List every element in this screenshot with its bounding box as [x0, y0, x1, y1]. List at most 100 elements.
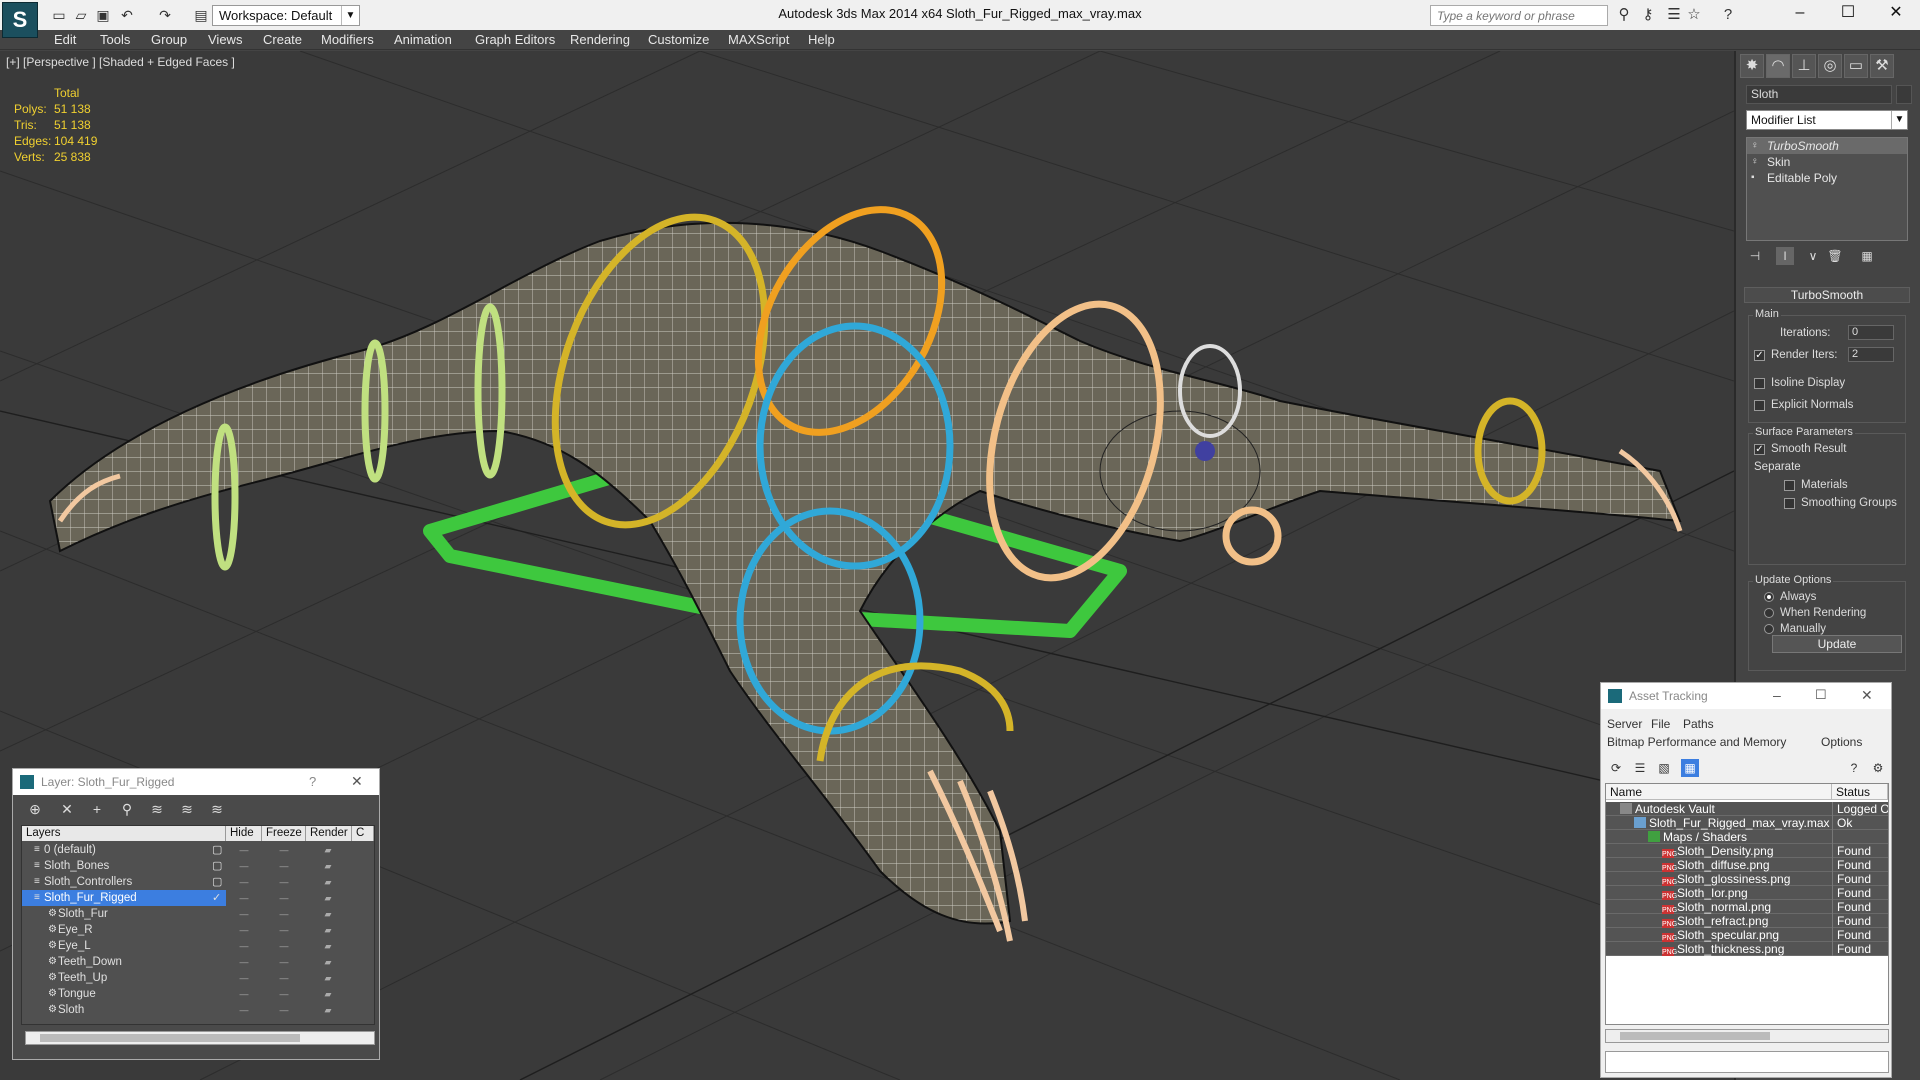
- delete-layer-icon[interactable]: ✕: [57, 799, 77, 819]
- project-folder-icon[interactable]: ▤: [192, 6, 210, 24]
- set-active-layer-icon[interactable]: ▢: [212, 874, 222, 890]
- freeze-toggle[interactable]: —: [276, 906, 292, 922]
- layer-row[interactable]: 0 (default) ≡ ▢ — — ▰: [22, 842, 374, 858]
- render-iters-spinner[interactable]: 2: [1848, 347, 1894, 362]
- render-toggle-icon[interactable]: ▰: [320, 1002, 336, 1018]
- render-toggle-icon[interactable]: ▰: [320, 954, 336, 970]
- asset-row[interactable]: PNGSloth_specular.png Found: [1606, 928, 1888, 942]
- stack-item-editable-poly[interactable]: ▪ Editable Poly: [1747, 170, 1907, 186]
- layer-row[interactable]: Eye_L ⚙ — — ▰: [22, 938, 374, 954]
- asset-row[interactable]: PNGSloth_thickness.png Found: [1606, 942, 1888, 956]
- layer-row[interactable]: Sloth_Fur_Rigged ≡ ✓ — — ▰: [22, 890, 374, 906]
- hide-all-layers-icon[interactable]: ≋: [177, 799, 197, 819]
- menu-views[interactable]: Views: [208, 32, 242, 47]
- hide-toggle[interactable]: —: [236, 1002, 252, 1018]
- smooth-result-checkbox[interactable]: ✓ Smooth Result: [1754, 443, 1846, 455]
- set-active-layer-icon[interactable]: ▢: [212, 858, 222, 874]
- asset-menu-paths[interactable]: Paths: [1683, 717, 1714, 731]
- render-toggle-icon[interactable]: ▰: [320, 938, 336, 954]
- layer-name[interactable]: Sloth_Controllers: [22, 874, 226, 890]
- search-input[interactable]: [1430, 5, 1608, 26]
- set-active-layer-icon[interactable]: ▢: [212, 842, 222, 858]
- asset-row[interactable]: PNGSloth_Ior.png Found: [1606, 886, 1888, 900]
- update-always-radio[interactable]: Always: [1764, 591, 1816, 603]
- freeze-toggle[interactable]: —: [276, 874, 292, 890]
- freeze-toggle[interactable]: —: [276, 986, 292, 1002]
- render-iters-checkbox[interactable]: ✓ Render Iters:: [1754, 349, 1837, 361]
- menu-tools[interactable]: Tools: [100, 32, 130, 47]
- create-layer-icon[interactable]: ⊕: [25, 799, 45, 819]
- expand-icon[interactable]: ▪: [1751, 170, 1761, 186]
- open-file-icon[interactable]: ▱: [72, 6, 90, 24]
- pin-stack-icon[interactable]: ⊣: [1746, 247, 1764, 265]
- layer-name[interactable]: Sloth: [46, 1002, 226, 1018]
- isoline-display-checkbox[interactable]: Isoline Display: [1754, 377, 1845, 389]
- help-icon[interactable]: ?: [1718, 6, 1738, 24]
- hide-toggle[interactable]: —: [236, 954, 252, 970]
- freeze-toggle[interactable]: —: [276, 922, 292, 938]
- layer-row[interactable]: Eye_R ⚙ — — ▰: [22, 922, 374, 938]
- select-in-layer-icon[interactable]: ⚲: [117, 799, 137, 819]
- scroll-thumb[interactable]: [40, 1034, 300, 1042]
- layer-row[interactable]: Teeth_Up ⚙ — — ▰: [22, 970, 374, 986]
- hide-toggle[interactable]: —: [236, 874, 252, 890]
- asset-menu-server[interactable]: Server: [1607, 717, 1642, 731]
- hide-toggle[interactable]: —: [236, 842, 252, 858]
- utilities-tab-icon[interactable]: ⚒: [1870, 54, 1894, 78]
- layer-name[interactable]: 0 (default): [22, 842, 226, 858]
- redo-icon[interactable]: ↷: [156, 6, 174, 24]
- light-bulb-icon[interactable]: ♀: [1751, 138, 1761, 154]
- menu-group[interactable]: Group: [151, 32, 187, 47]
- layer-name[interactable]: Sloth_Fur_Rigged: [22, 890, 226, 906]
- workspace-dropdown[interactable]: Workspace: Default ▼: [212, 5, 360, 26]
- motion-tab-icon[interactable]: ◎: [1818, 54, 1842, 78]
- layer-row[interactable]: Sloth_Controllers ≡ ▢ — — ▰: [22, 874, 374, 890]
- add-to-layer-icon[interactable]: +: [87, 799, 107, 819]
- stack-item-turbosmooth[interactable]: ♀ TurboSmooth: [1747, 138, 1907, 154]
- asset-row[interactable]: PNGSloth_Density.png Found: [1606, 844, 1888, 858]
- hide-toggle[interactable]: —: [236, 858, 252, 874]
- freeze-all-layers-icon[interactable]: ≋: [207, 799, 227, 819]
- hide-toggle[interactable]: —: [236, 906, 252, 922]
- asset-path-field[interactable]: [1605, 1051, 1889, 1073]
- render-toggle-icon[interactable]: ▰: [320, 922, 336, 938]
- hierarchy-tab-icon[interactable]: ⊥: [1792, 54, 1816, 78]
- layer-row[interactable]: Sloth ⚙ — — ▰: [22, 1002, 374, 1018]
- materials-checkbox[interactable]: Materials: [1784, 479, 1848, 491]
- asset-horizontal-scrollbar[interactable]: [1605, 1029, 1889, 1043]
- undo-icon[interactable]: ↶: [118, 6, 136, 24]
- checkbox-checked[interactable]: ✓: [1754, 349, 1765, 361]
- settings-icon[interactable]: ⚙: [1869, 759, 1887, 777]
- layer-row[interactable]: Tongue ⚙ — — ▰: [22, 986, 374, 1002]
- col-hide[interactable]: Hide: [226, 826, 262, 841]
- make-unique-icon[interactable]: ∨: [1804, 247, 1822, 265]
- light-bulb-icon[interactable]: ♀: [1751, 154, 1761, 170]
- highlight-layer-icon[interactable]: ≋: [147, 799, 167, 819]
- menu-edit[interactable]: Edit: [54, 32, 76, 47]
- col-color[interactable]: C: [352, 826, 374, 841]
- menu-rendering[interactable]: Rendering: [570, 32, 630, 47]
- col-render[interactable]: Render: [306, 826, 352, 841]
- freeze-toggle[interactable]: —: [276, 858, 292, 874]
- menu-customize[interactable]: Customize: [648, 32, 709, 47]
- minimize-icon[interactable]: –: [1773, 687, 1781, 703]
- close-icon[interactable]: ✕: [351, 773, 363, 790]
- new-file-icon[interactable]: ▭: [50, 6, 68, 24]
- viewport-label[interactable]: [+] [Perspective ] [Shaded + Edged Faces…: [6, 55, 235, 69]
- hide-toggle[interactable]: —: [236, 986, 252, 1002]
- update-manually-radio[interactable]: Manually: [1764, 623, 1826, 635]
- layer-row[interactable]: Teeth_Down ⚙ — — ▰: [22, 954, 374, 970]
- asset-row[interactable]: Sloth_Fur_Rigged_max_vray.max Ok: [1606, 816, 1888, 830]
- asset-row[interactable]: PNGSloth_normal.png Found: [1606, 900, 1888, 914]
- layer-row[interactable]: Sloth_Bones ≡ ▢ — — ▰: [22, 858, 374, 874]
- asset-window-title[interactable]: Asset Tracking: [1601, 683, 1891, 709]
- modify-tab-icon[interactable]: ◠: [1766, 54, 1790, 78]
- key-icon[interactable]: ⚷: [1638, 6, 1658, 24]
- hide-toggle[interactable]: —: [236, 890, 252, 906]
- scroll-thumb[interactable]: [1620, 1032, 1770, 1040]
- menu-create[interactable]: Create: [263, 32, 302, 47]
- remove-modifier-icon[interactable]: 🗑: [1826, 247, 1844, 265]
- binoculars-icon[interactable]: ⚲: [1614, 6, 1634, 24]
- iterations-spinner[interactable]: 0: [1848, 325, 1894, 340]
- layer-name[interactable]: Eye_L: [46, 938, 226, 954]
